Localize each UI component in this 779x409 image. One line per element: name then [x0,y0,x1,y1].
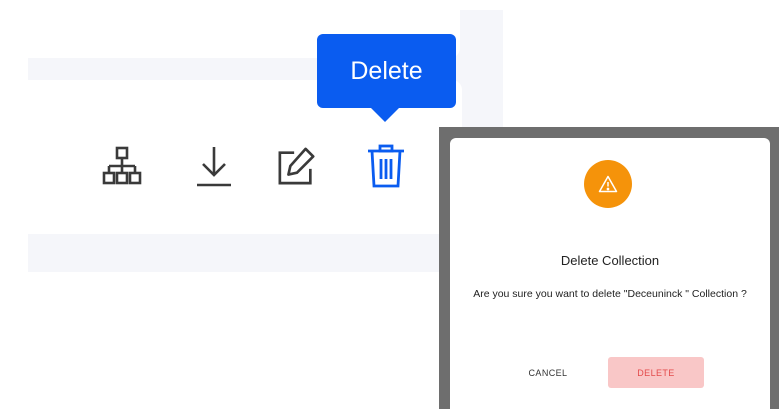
dialog-message: Are you sure you want to delete "Deceuni… [473,288,747,300]
edit-button[interactable] [277,144,317,188]
download-button[interactable] [194,144,234,188]
tooltip-arrow [369,106,401,122]
confirm-delete-button[interactable]: DELETE [608,357,704,388]
edit-icon [278,147,315,185]
dialog-title: Delete Collection [560,253,660,268]
warning-badge [584,160,632,208]
delete-tooltip: Delete [317,34,456,108]
download-icon [197,147,231,187]
delete-button[interactable] [366,144,406,188]
hierarchy-icon [102,146,142,185]
hierarchy-button[interactable] [102,144,142,188]
trash-icon [368,144,404,188]
warning-icon [598,175,618,193]
tooltip-label: Delete [350,56,423,85]
cancel-button[interactable]: CANCEL [505,358,591,388]
